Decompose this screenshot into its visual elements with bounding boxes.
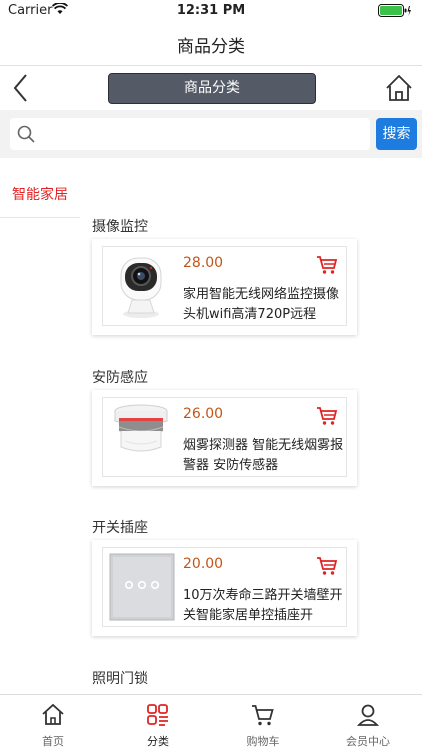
navigation-bar: 商品分类 bbox=[0, 22, 422, 66]
tab-label: 购物车 bbox=[246, 735, 280, 748]
category-icon bbox=[147, 704, 168, 726]
section-title: 开关插座 bbox=[92, 520, 148, 536]
search-icon bbox=[16, 124, 36, 144]
category-sidebar: 智能家居 bbox=[0, 158, 80, 694]
home-icon bbox=[42, 703, 64, 725]
wall-switch-thumbnail bbox=[107, 551, 177, 623]
tab-cart[interactable]: 购物车 bbox=[210, 695, 316, 750]
product-price: 28.00 bbox=[183, 255, 224, 271]
tab-label: 分类 bbox=[147, 735, 169, 748]
product-price: 20.00 bbox=[183, 556, 224, 572]
add-to-cart-icon[interactable] bbox=[316, 406, 338, 426]
add-to-cart-icon[interactable] bbox=[316, 255, 338, 275]
search-bar: 搜索 bbox=[0, 110, 422, 158]
cart-icon bbox=[252, 705, 274, 726]
product-card-inner: 26.00 烟雾探测器 智能无线烟雾报警器 安防传感器 bbox=[102, 397, 347, 477]
product-card-inner: 28.00 家用智能无线网络监控摄像头机wifi高清720P远程 bbox=[102, 246, 347, 326]
tab-category[interactable]: 分类 bbox=[105, 695, 211, 750]
category-content: 智能家居 摄像监控 28.00 家用智能无线网络监控摄像头机wifi高清720P… bbox=[0, 158, 422, 694]
smoke-detector-thumbnail bbox=[107, 401, 177, 473]
section-title: 安防感应 bbox=[92, 370, 148, 386]
section-title: 摄像监控 bbox=[92, 219, 148, 235]
section-title: 照明门锁 bbox=[92, 671, 148, 687]
clock: 12:31 PM bbox=[176, 3, 246, 18]
product-card-inner: 20.00 10万次寿命三路开关墙壁开关智能家居单控插座开 bbox=[102, 547, 347, 627]
status-bar: Carrier 12:31 PM bbox=[0, 0, 422, 22]
header-row: 商品分类 bbox=[0, 66, 422, 110]
product-name: 烟雾探测器 智能无线烟雾报警器 安防传感器 bbox=[183, 438, 344, 473]
product-name: 10万次寿命三路开关墙壁开关智能家居单控插座开 bbox=[183, 588, 343, 623]
add-to-cart-icon[interactable] bbox=[316, 556, 338, 576]
back-button[interactable] bbox=[6, 72, 38, 104]
tab-member-center[interactable]: 会员中心 bbox=[315, 695, 421, 750]
battery-icon bbox=[378, 4, 412, 22]
chevron-left-icon bbox=[13, 74, 27, 102]
camera-thumbnail bbox=[107, 250, 177, 322]
page-title: 商品分类 bbox=[177, 37, 245, 57]
search-input[interactable] bbox=[44, 123, 364, 145]
app-screen: Carrier 12:31 PM 商品分类 商品分类 搜索 智能家居 摄像监控 … bbox=[0, 0, 422, 750]
product-list: 摄像监控 28.00 家用智能无线网络监控摄像头机wifi高清720P远程 安防… bbox=[92, 158, 422, 694]
tab-label: 会员中心 bbox=[346, 735, 390, 748]
bottom-tab-bar: 首页 分类 购物车 会员中心 bbox=[0, 694, 422, 750]
search-box bbox=[10, 118, 370, 150]
tab-label: 首页 bbox=[42, 735, 64, 748]
search-button[interactable]: 搜索 bbox=[376, 118, 417, 150]
product-card[interactable]: 28.00 家用智能无线网络监控摄像头机wifi高清720P远程 bbox=[92, 239, 357, 335]
home-button[interactable] bbox=[384, 73, 414, 103]
product-name: 家用智能无线网络监控摄像头机wifi高清720P远程 bbox=[183, 287, 340, 322]
category-header-tab[interactable]: 商品分类 bbox=[108, 73, 316, 104]
sidebar-item-smart-home[interactable]: 智能家居 bbox=[0, 172, 80, 218]
home-icon bbox=[386, 74, 412, 101]
tab-home[interactable]: 首页 bbox=[0, 695, 106, 750]
product-card[interactable]: 20.00 10万次寿命三路开关墙壁开关智能家居单控插座开 bbox=[92, 540, 357, 636]
product-price: 26.00 bbox=[183, 406, 224, 422]
user-icon bbox=[356, 704, 380, 726]
product-card[interactable]: 26.00 烟雾探测器 智能无线烟雾报警器 安防传感器 bbox=[92, 390, 357, 486]
